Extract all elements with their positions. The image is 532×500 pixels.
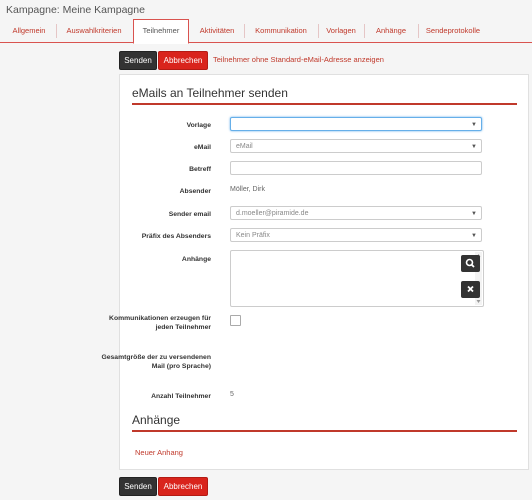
sender-email-value: d.moeller@piramide.de (236, 210, 309, 217)
email-template-value: eMail (236, 143, 253, 150)
cancel-button-top[interactable]: Abbrechen (158, 51, 208, 70)
tab-sendeprotokolle[interactable]: Sendeprotokolle (420, 20, 486, 41)
tab-auswahlkriterien[interactable]: Auswahlkriterien (58, 20, 130, 41)
show-participants-without-email-link[interactable]: Teilnehmer ohne Standard-eMail-Adresse a… (213, 55, 384, 64)
tab-vorlagen[interactable]: Vorlagen (320, 20, 362, 41)
absender-label: Absender (179, 188, 211, 195)
betreff-input[interactable] (230, 161, 482, 175)
sender-email-select[interactable]: d.moeller@piramide.de ▼ (230, 206, 482, 220)
anzahl-value: 5 (230, 391, 234, 398)
chevron-down-icon: ▼ (471, 122, 477, 128)
page-title: Kampagne: Meine Kampagne (6, 4, 145, 16)
section-divider (132, 430, 517, 432)
tab-anhaenge[interactable]: Anhänge (366, 20, 416, 41)
kommunikation-checkbox[interactable] (230, 315, 241, 326)
tab-allgemein[interactable]: Allgemein (4, 20, 54, 41)
section-title-attachments: Anhänge (132, 413, 181, 427)
tab-divider (418, 24, 419, 38)
sender-email-label: Sender email (168, 211, 211, 218)
new-attachment-link[interactable]: Neuer Anhang (135, 448, 183, 457)
tab-divider (56, 24, 57, 38)
send-button-bottom[interactable]: Senden (119, 477, 157, 496)
chevron-down-icon: ▼ (471, 233, 477, 239)
tab-bar: Allgemein Auswahlkriterien Teilnehmer Ak… (0, 19, 532, 44)
tab-divider (318, 24, 319, 38)
praefix-label: Präfix des Absenders (141, 233, 211, 240)
anzahl-label: Anzahl Teilnehmer (151, 393, 211, 400)
praefix-value: Kein Präfix (236, 232, 270, 239)
section-title-send-emails: eMails an Teilnehmer senden (132, 86, 288, 100)
praefix-select[interactable]: Kein Präfix ▼ (230, 228, 482, 242)
gesamtgroesse-label: Gesamtgröße der zu versendenen Mail (pro… (101, 354, 211, 370)
absender-value: Möller, Dirk (230, 186, 266, 193)
cancel-button-bottom[interactable]: Abbrechen (158, 477, 208, 496)
chevron-down-icon: ▼ (471, 211, 477, 217)
section-divider (132, 103, 517, 105)
remove-attachment-button[interactable] (461, 281, 480, 298)
vorlage-select[interactable]: ▼ (230, 117, 482, 131)
tab-teilnehmer[interactable]: Teilnehmer (133, 19, 189, 44)
tab-divider (364, 24, 365, 38)
close-icon (467, 285, 474, 293)
vorlage-label: Vorlage (186, 122, 211, 129)
email-label: eMail (194, 144, 211, 151)
betreff-label: Betreff (189, 166, 211, 173)
tab-kommunikation[interactable]: Kommunikation (246, 20, 316, 41)
tab-divider (244, 24, 245, 38)
search-attachment-button[interactable] (461, 255, 480, 272)
send-button-top[interactable]: Senden (119, 51, 157, 70)
anhaenge-list[interactable] (230, 250, 484, 307)
chevron-down-icon: ▼ (471, 144, 477, 150)
email-template-select[interactable]: eMail ▼ (230, 139, 482, 153)
anhaenge-label: Anhänge (181, 256, 211, 263)
search-icon (465, 258, 475, 268)
tab-aktivitaeten[interactable]: Aktivitäten (192, 20, 242, 41)
main-panel: eMails an Teilnehmer senden Vorlage ▼ eM… (101, 74, 529, 470)
kommunikation-label: Kommunikationen erzeugen für jeden Teiln… (109, 315, 211, 331)
